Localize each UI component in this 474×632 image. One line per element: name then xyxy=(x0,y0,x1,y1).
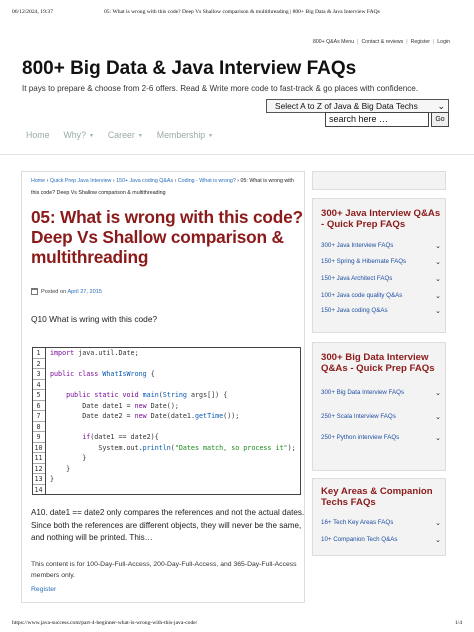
code-line: 5 public static void main(String args[])… xyxy=(33,390,300,401)
calendar-icon xyxy=(31,288,38,295)
code-text: import java.util.Date; xyxy=(50,349,139,357)
caret-down-icon: ▼ xyxy=(137,132,143,139)
breadcrumb: Home › Quick Prep Java Interview › 150+ … xyxy=(31,175,301,199)
code-block: 1 import java.util.Date; 2 3 public class Wh… xyxy=(32,347,301,495)
sidebar-section-key-areas: Key Areas & Companion Techs FAQs 16+ Tec… xyxy=(312,478,446,556)
breadcrumb-link[interactable]: 150+ Java coding Q&As xyxy=(116,178,173,184)
code-text: public class WhatIsWrong { xyxy=(50,370,155,378)
answer-text: A10. date1 == date2 only compares the re… xyxy=(31,508,305,542)
code-line: 4 xyxy=(33,380,300,390)
search-go-button[interactable]: Go xyxy=(431,112,449,127)
chevron-down-icon: ⌄ xyxy=(435,276,441,283)
sidebar-item[interactable]: 100+ Java code quality Q&As ⌄ xyxy=(321,292,441,300)
post-meta: Posted on April 27, 2015 xyxy=(31,288,102,295)
chevron-down-icon: ⌄ xyxy=(435,293,441,300)
nav-item-why[interactable]: Why? ▼ xyxy=(63,130,93,140)
sidebar-section-heading: 300+ Big Data Interview Q&As - Quick Pre… xyxy=(321,352,435,374)
code-line: 1 import java.util.Date; xyxy=(33,348,300,359)
code-text: System.out.println("Dates match, so proc… xyxy=(50,443,296,452)
article-card: Home › Quick Prep Java Interview › 150+ … xyxy=(21,171,305,603)
breadcrumb-link[interactable]: Quick Prep Java Interview xyxy=(50,178,112,184)
sidebar-item[interactable]: 300+ Java Interview FAQs ⌄ xyxy=(321,242,441,250)
print-date: 06/12/2024, 19:37 xyxy=(12,9,54,15)
sidebar-section-heading: 300+ Java Interview Q&As - Quick Prep FA… xyxy=(321,208,441,230)
code-line: 9 if(date1 == date2){ xyxy=(33,432,300,443)
category-select-value: Select A to Z of Java & Big Data Techs xyxy=(275,101,418,111)
top-link-contact[interactable]: Contact & reviews xyxy=(361,39,403,45)
code-line: 2 xyxy=(33,359,300,369)
code-line: 12 } xyxy=(33,464,300,474)
sidebar-section-bigdata: 300+ Big Data Interview Q&As - Quick Pre… xyxy=(312,342,446,471)
sidebar-item[interactable]: 250+ Python interview FAQs ⌄ xyxy=(321,434,441,442)
code-line: 8 xyxy=(33,422,300,432)
sidebar-top-box xyxy=(312,171,446,190)
print-page-number: 1/4 xyxy=(454,620,462,626)
chevron-down-icon: ⌄ xyxy=(437,101,445,111)
access-note: This content is for 100-Day-Full-Access,… xyxy=(31,561,297,579)
line-separator xyxy=(33,494,45,495)
chevron-down-icon: ⌄ xyxy=(435,414,441,421)
code-line: 14 xyxy=(33,485,300,495)
breadcrumb-link[interactable]: Home xyxy=(31,178,45,184)
caret-down-icon: ▼ xyxy=(88,132,94,139)
code-text: Date date1 = new Date(); xyxy=(50,401,179,410)
site-title[interactable]: 800+ Big Data & Java Interview FAQs xyxy=(22,58,356,80)
nav-divider xyxy=(0,154,474,155)
sidebar-section-heading: Key Areas & Companion Techs FAQs xyxy=(321,486,433,508)
sidebar-item[interactable]: 150+ Java Architect FAQs ⌄ xyxy=(321,275,441,283)
code-text: } xyxy=(50,475,55,483)
main-nav: Home Why? ▼ Career ▼ Membership ▼ xyxy=(26,130,227,140)
sidebar-item[interactable]: 150+ Java coding Q&As ⌄ xyxy=(321,307,441,315)
print-url: https://www.java-success.com/part-4-begi… xyxy=(12,620,198,626)
chevron-down-icon: ⌄ xyxy=(435,537,441,544)
code-line: 13} xyxy=(33,474,300,485)
breadcrumb-link[interactable]: Coding - What is wrong? xyxy=(178,178,236,184)
code-text: } xyxy=(50,454,87,462)
posted-prefix: Posted on xyxy=(41,288,67,295)
code-text: public static void main(String args[]) { xyxy=(66,391,228,399)
chevron-down-icon: ⌄ xyxy=(435,435,441,442)
posted-date-link[interactable]: April 27, 2015 xyxy=(67,289,102,295)
sidebar-item[interactable]: 250+ Scala Interview FAQs ⌄ xyxy=(321,413,441,421)
code-text: Date date2 = new Date(date1.getTime()); xyxy=(50,412,240,420)
code-line: 11 } xyxy=(33,453,300,464)
code-text: } xyxy=(50,464,71,473)
register-link[interactable]: Register xyxy=(31,586,56,593)
sidebar-item[interactable]: 300+ Big Data Interview FAQs ⌄ xyxy=(321,389,441,397)
top-link-menu[interactable]: 800+ Q&As Menu xyxy=(313,39,354,45)
nav-item-home[interactable]: Home xyxy=(26,130,49,140)
sidebar-item[interactable]: 16+ Tech Key Areas FAQs ⌄ xyxy=(321,519,441,527)
code-line: 3 public class WhatIsWrong { xyxy=(33,369,300,380)
top-link-login[interactable]: Login xyxy=(437,39,450,45)
article-title: 05: What is wrong with this code? Deep V… xyxy=(31,207,303,267)
code-line: 7 Date date2 = new Date(date1.getTime())… xyxy=(33,411,300,422)
top-link-register[interactable]: Register xyxy=(411,39,430,45)
sidebar: 300+ Java Interview Q&As - Quick Prep FA… xyxy=(312,171,446,556)
category-select[interactable]: Select A to Z of Java & Big Data Techs ⌄ xyxy=(266,99,449,113)
code-line: 6 Date date1 = new Date(); xyxy=(33,401,300,411)
nav-item-career[interactable]: Career ▼ xyxy=(108,130,143,140)
chevron-down-icon: ⌄ xyxy=(435,520,441,527)
code-text: if(date1 == date2){ xyxy=(82,433,159,441)
chevron-down-icon: ⌄ xyxy=(435,390,441,397)
sidebar-item[interactable]: 150+ Spring & Hibernate FAQs ⌄ xyxy=(321,258,441,266)
nav-item-membership[interactable]: Membership ▼ xyxy=(157,130,213,140)
chevron-down-icon: ⌄ xyxy=(435,259,441,266)
print-page-title: 05: What is wrong with this code? Deep V… xyxy=(104,9,380,15)
code-line: 10 System.out.println("Dates match, so p… xyxy=(33,443,300,453)
sidebar-section-java: 300+ Java Interview Q&As - Quick Prep FA… xyxy=(312,198,446,333)
sidebar-item[interactable]: 10+ Companion Tech Q&As ⌄ xyxy=(321,536,441,544)
question-text: Q10 What is wring with this code? xyxy=(31,314,158,324)
top-utility-nav: 800+ Q&As Menu | Contact & reviews | Registe… xyxy=(312,39,450,45)
chevron-down-icon: ⌄ xyxy=(435,308,441,315)
search-input[interactable]: search here … xyxy=(325,112,429,127)
chevron-down-icon: ⌄ xyxy=(435,243,441,250)
caret-down-icon: ▼ xyxy=(208,132,214,139)
site-tagline: It pays to prepare & choose from 2-6 off… xyxy=(22,84,419,93)
